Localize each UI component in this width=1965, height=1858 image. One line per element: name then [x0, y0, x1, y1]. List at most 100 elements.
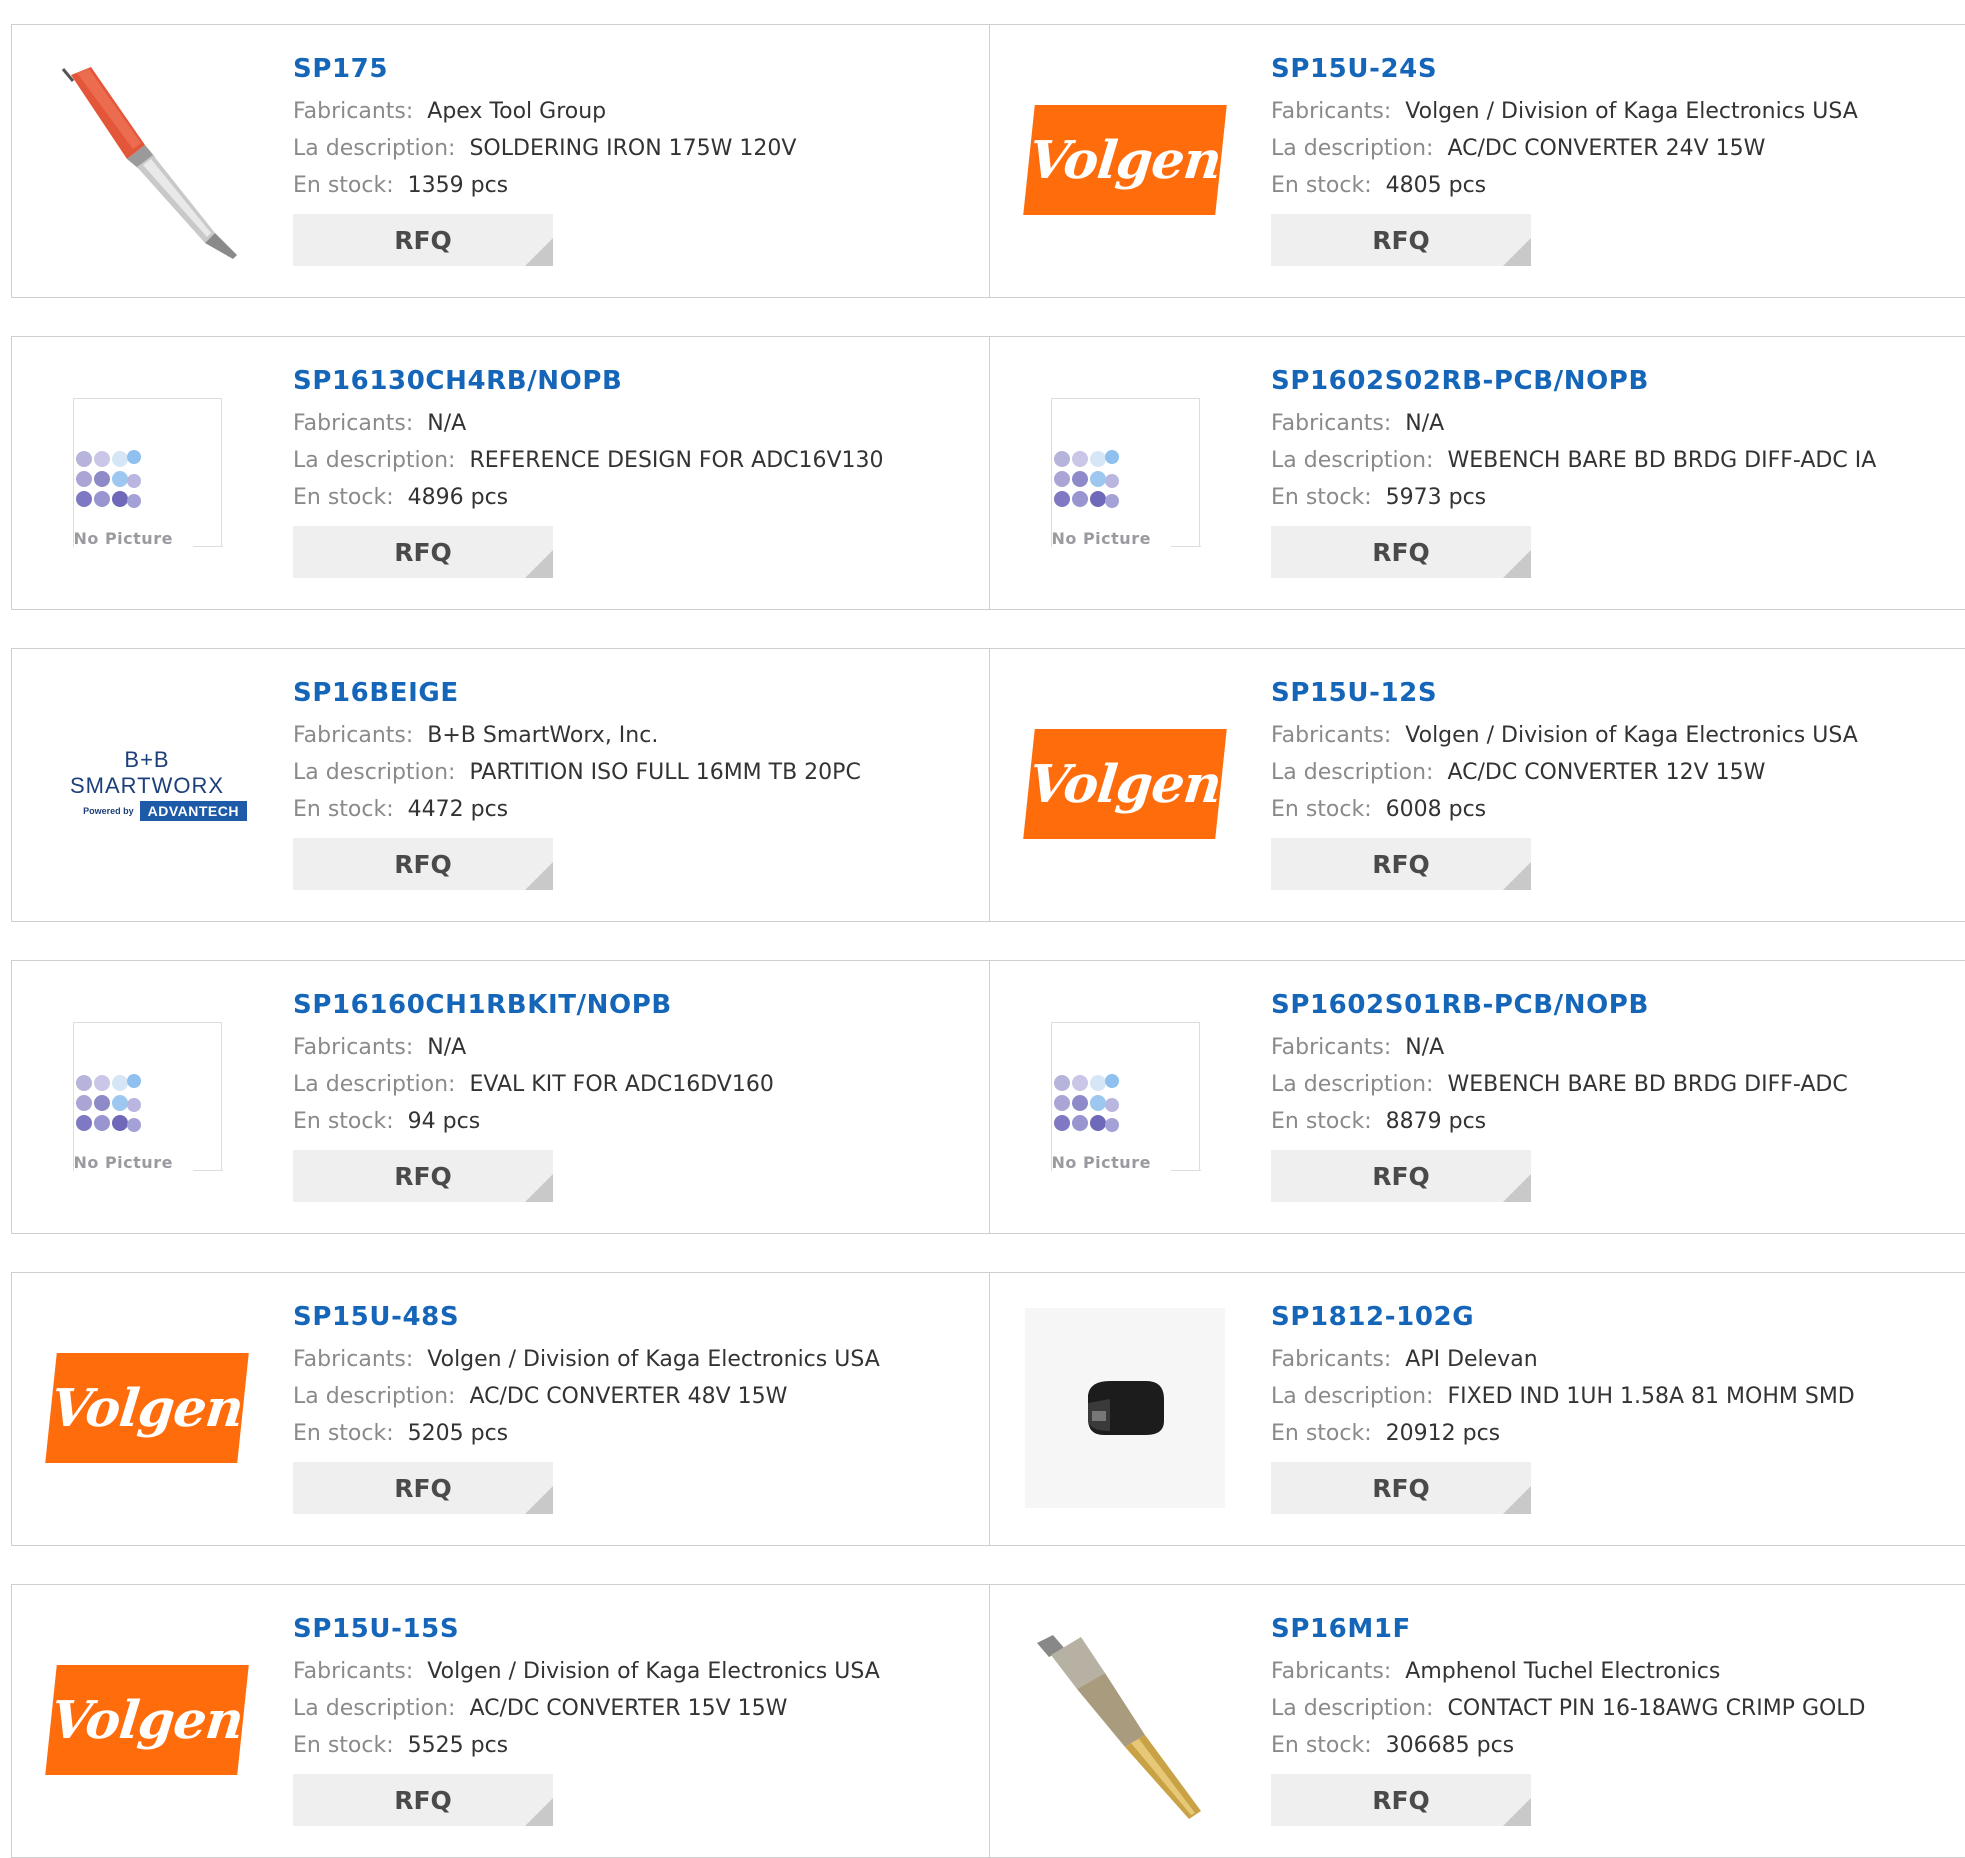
description-line: La description: REFERENCE DESIGN FOR ADC1… [293, 442, 980, 479]
stock-value: 4472 pcs [407, 797, 509, 822]
description-label: La description: [293, 1384, 456, 1409]
volgen-logo: Volgen [45, 1353, 249, 1463]
part-number-link[interactable]: SP1602S02RB-PCB/NOPB [1271, 364, 1956, 398]
product-image[interactable]: B+B SMARTWORX Powered by ADVANTECH [47, 679, 247, 889]
manufacturer-value: Amphenol Tuchel Electronics [1405, 1659, 1721, 1684]
description-line: La description: CONTACT PIN 16-18AWG CRIM… [1271, 1690, 1956, 1727]
product-info: SP16130CH4RB/NOPB Fabricants: N/A La desc… [293, 364, 980, 578]
manufacturer-line: Fabricants: N/A [1271, 405, 1956, 442]
corner-triangle-icon [525, 1174, 553, 1202]
rfq-button[interactable]: RFQ [1271, 1774, 1531, 1826]
stock-value: 20912 pcs [1385, 1421, 1501, 1446]
part-number-link[interactable]: SP1812-102G [1271, 1300, 1956, 1334]
manufacturer-value: Volgen / Division of Kaga Electronics US… [1405, 723, 1858, 748]
product-card: No Picture SP1602S01RB-PCB/NOPB Fabrican… [989, 960, 1965, 1234]
product-image[interactable]: Volgen [1023, 679, 1227, 889]
no-picture-icon [75, 449, 141, 508]
product-image[interactable]: No Picture [47, 367, 247, 577]
product-image[interactable]: No Picture [1025, 367, 1225, 577]
rfq-button[interactable]: RFQ [1271, 1150, 1531, 1202]
no-picture-text: No Picture [73, 1152, 177, 1172]
product-info: SP15U-24S Fabricants: Volgen / Division o… [1271, 52, 1956, 266]
product-image[interactable] [47, 55, 247, 265]
corner-triangle-icon [525, 862, 553, 890]
rfq-button[interactable]: RFQ [293, 1462, 553, 1514]
stock-value: 5973 pcs [1385, 485, 1487, 510]
rfq-button[interactable]: RFQ [293, 1150, 553, 1202]
stock-value: 94 pcs [407, 1109, 481, 1134]
part-number-link[interactable]: SP15U-12S [1271, 676, 1956, 710]
part-number-link[interactable]: SP16160CH1RBKIT/NOPB [293, 988, 980, 1022]
product-card: Volgen SP15U-12S Fabricants: Volgen / Div… [989, 648, 1965, 922]
rfq-button[interactable]: RFQ [1271, 526, 1531, 578]
stock-label: En stock: [1271, 1109, 1372, 1134]
product-image[interactable]: Volgen [1023, 55, 1227, 265]
product-info: SP1602S02RB-PCB/NOPB Fabricants: N/A La d… [1271, 364, 1956, 578]
product-image[interactable] [1025, 1303, 1225, 1513]
part-number-link[interactable]: SP15U-15S [293, 1612, 980, 1646]
description-line: La description: SOLDERING IRON 175W 120V [293, 130, 980, 167]
rfq-button[interactable]: RFQ [293, 838, 553, 890]
stock-label: En stock: [293, 1109, 394, 1134]
manufacturer-line: Fabricants: N/A [293, 1029, 980, 1066]
description-value: EVAL KIT FOR ADC16DV160 [469, 1072, 774, 1097]
no-picture-placeholder: No Picture [1050, 397, 1201, 548]
manufacturer-label: Fabricants: [1271, 411, 1392, 436]
product-card: No Picture SP16160CH1RBKIT/NOPB Fabrican… [11, 960, 991, 1234]
stock-value: 5525 pcs [407, 1733, 509, 1758]
bb-smartworx-logo: B+B SMARTWORX Powered by ADVANTECH [47, 747, 247, 821]
manufacturer-label: Fabricants: [1271, 99, 1392, 124]
stock-line: En stock: 306685 pcs [1271, 1727, 1956, 1764]
description-value: WEBENCH BARE BD BRDG DIFF-ADC [1447, 1072, 1848, 1097]
rfq-button[interactable]: RFQ [293, 214, 553, 266]
product-image[interactable]: No Picture [47, 991, 247, 1201]
manufacturer-value: Volgen / Division of Kaga Electronics US… [427, 1347, 880, 1372]
manufacturer-line: Fabricants: B+B SmartWorx, Inc. [293, 717, 980, 754]
corner-triangle-icon [1503, 1486, 1531, 1514]
product-image[interactable]: Volgen [45, 1303, 249, 1513]
description-value: FIXED IND 1UH 1.58A 81 MOHM SMD [1447, 1384, 1855, 1409]
volgen-logo: Volgen [45, 1665, 249, 1775]
rfq-button[interactable]: RFQ [293, 1774, 553, 1826]
rfq-button[interactable]: RFQ [1271, 214, 1531, 266]
description-line: La description: AC/DC CONVERTER 48V 15W [293, 1378, 980, 1415]
stock-line: En stock: 94 pcs [293, 1103, 980, 1140]
part-number-link[interactable]: SP15U-24S [1271, 52, 1956, 86]
product-card: Volgen SP15U-15S Fabricants: Volgen / Div… [11, 1584, 991, 1858]
description-label: La description: [1271, 1384, 1434, 1409]
stock-label: En stock: [293, 1733, 394, 1758]
description-value: CONTACT PIN 16-18AWG CRIMP GOLD [1447, 1696, 1866, 1721]
product-image[interactable]: No Picture [1025, 991, 1225, 1201]
corner-triangle-icon [525, 238, 553, 266]
stock-line: En stock: 5525 pcs [293, 1727, 980, 1764]
part-number-link[interactable]: SP16BEIGE [293, 676, 980, 710]
rfq-button[interactable]: RFQ [1271, 838, 1531, 890]
rfq-button[interactable]: RFQ [1271, 1462, 1531, 1514]
volgen-logo: Volgen [1023, 105, 1227, 215]
no-picture-icon [1053, 449, 1119, 508]
product-info: SP1602S01RB-PCB/NOPB Fabricants: N/A La d… [1271, 988, 1956, 1202]
stock-line: En stock: 4805 pcs [1271, 167, 1956, 204]
stock-value: 4896 pcs [407, 485, 509, 510]
part-number-link[interactable]: SP16130CH4RB/NOPB [293, 364, 980, 398]
description-label: La description: [1271, 1072, 1434, 1097]
manufacturer-value: Volgen / Division of Kaga Electronics US… [1405, 99, 1858, 124]
corner-triangle-icon [1503, 862, 1531, 890]
product-image[interactable]: Volgen [45, 1615, 249, 1825]
description-label: La description: [1271, 1696, 1434, 1721]
description-label: La description: [293, 448, 456, 473]
part-number-link[interactable]: SP15U-48S [293, 1300, 980, 1334]
description-value: REFERENCE DESIGN FOR ADC16V130 [469, 448, 884, 473]
part-number-link[interactable]: SP16M1F [1271, 1612, 1956, 1646]
manufacturer-line: Fabricants: N/A [293, 405, 980, 442]
manufacturer-line: Fabricants: Volgen / Division of Kaga Ele… [293, 1341, 980, 1378]
manufacturer-line: Fabricants: Volgen / Division of Kaga Ele… [1271, 93, 1956, 130]
rfq-button[interactable]: RFQ [293, 526, 553, 578]
product-image[interactable] [1025, 1615, 1225, 1825]
stock-label: En stock: [1271, 797, 1372, 822]
stock-line: En stock: 5973 pcs [1271, 479, 1956, 516]
part-number-link[interactable]: SP175 [293, 52, 980, 86]
part-number-link[interactable]: SP1602S01RB-PCB/NOPB [1271, 988, 1956, 1022]
product-card: SP16M1F Fabricants: Amphenol Tuchel Elect… [989, 1584, 1965, 1858]
product-row: B+B SMARTWORX Powered by ADVANTECH SP16BEI… [11, 648, 1965, 922]
